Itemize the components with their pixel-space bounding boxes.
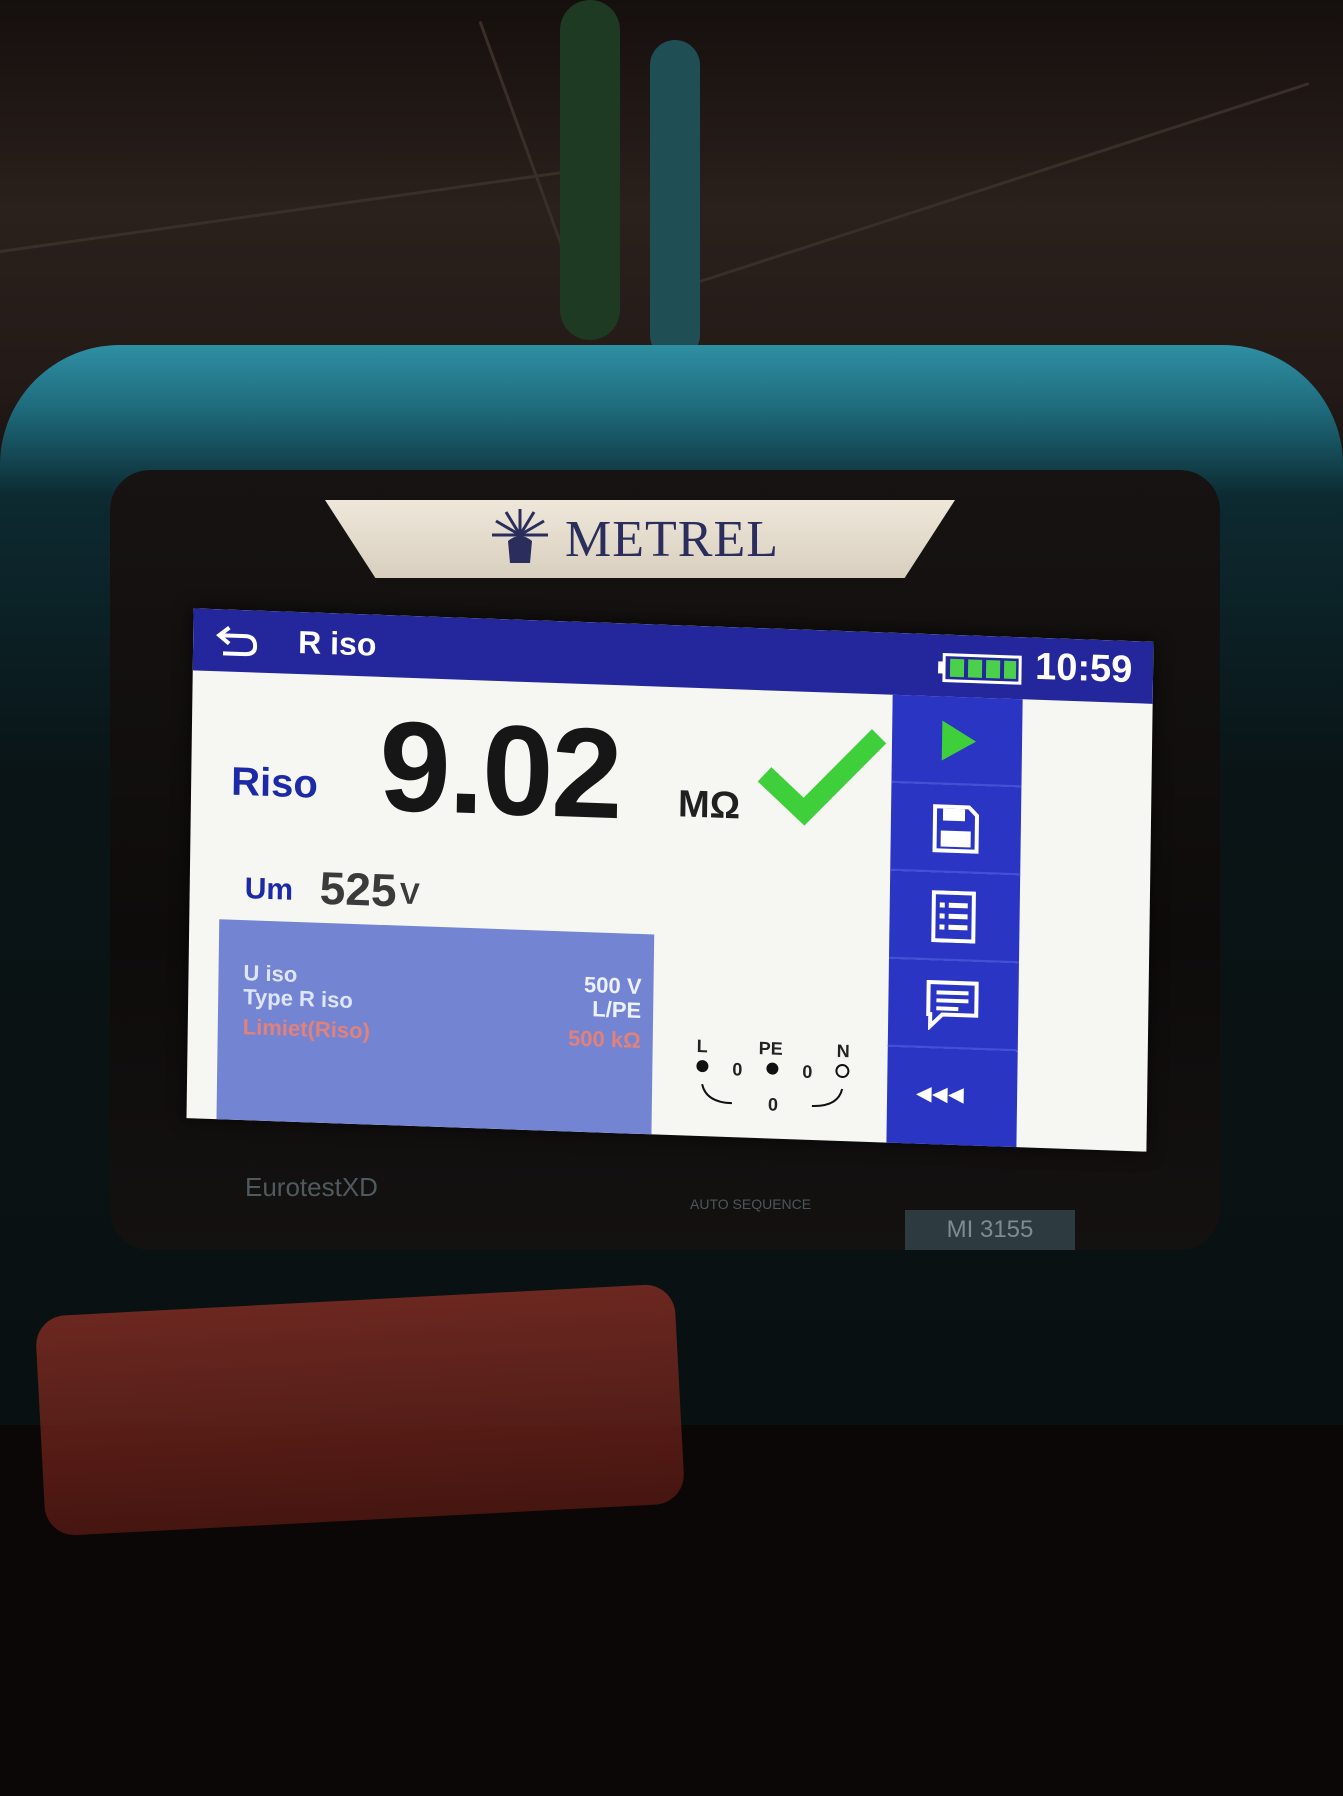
teal-cable [650, 40, 700, 360]
list-icon [931, 890, 976, 944]
red-test-clip [34, 1283, 686, 1537]
play-icon [941, 720, 977, 761]
terminal-diagram: L PE N 0 0 0 [691, 1036, 872, 1138]
measured-voltage-label: Um [244, 872, 294, 907]
parameters-panel[interactable]: U iso 500 V Type R iso L/PE Limiet(Riso)… [216, 919, 655, 1135]
terminal-pe-n-value: 0 [802, 1061, 813, 1082]
green-cable [560, 0, 620, 340]
metrel-logo-icon [492, 509, 548, 563]
back-arrow-icon[interactable] [215, 619, 260, 661]
auto-sequence-label: AUTO SEQUENCE [690, 1196, 812, 1212]
results-list-button[interactable] [888, 870, 1021, 964]
result-value: 9.02 [378, 694, 622, 847]
result-label: Riso [230, 759, 319, 807]
save-icon [932, 804, 980, 854]
terminal-pe-label: PE [758, 1038, 783, 1059]
lcd-screen: R iso 10:59 Riso 9.02 MΩ Um 525 V U iso … [186, 608, 1154, 1152]
measured-voltage-unit: V [399, 877, 420, 912]
battery-full-icon [937, 652, 1022, 685]
collapse-icon: ◂◂◂ [916, 1076, 966, 1110]
param-type-value: L/PE [592, 996, 642, 1024]
brand-logo-text: METREL [565, 511, 779, 568]
model-line-label: EurotestXD [245, 1172, 378, 1202]
param-type-label: Type R iso [243, 984, 353, 1013]
terminal-l-pe-value: 0 [732, 1059, 743, 1080]
save-button[interactable] [890, 782, 1022, 876]
comment-icon [926, 979, 979, 1031]
model-number-badge: MI 3155 [905, 1210, 1075, 1250]
comment-button[interactable] [887, 958, 1019, 1052]
param-limit-value: 500 kΩ [567, 1025, 641, 1053]
action-sidebar: ◂◂◂ [886, 694, 1152, 1152]
measured-voltage-value: 525 [319, 861, 397, 917]
check-icon [757, 729, 887, 826]
terminal-n-label: N [836, 1040, 850, 1062]
terminal-l-n-value: 0 [767, 1094, 779, 1115]
collapse-menu-button[interactable]: ◂◂◂ [886, 1046, 1018, 1150]
param-limit-label: Limiet(Riso) [242, 1014, 371, 1044]
result-unit: MΩ [677, 783, 741, 828]
page-title: R iso [297, 624, 377, 663]
start-test-button[interactable] [891, 694, 1023, 788]
terminal-l-label: L [696, 1035, 708, 1057]
clock: 10:59 [1034, 645, 1133, 692]
